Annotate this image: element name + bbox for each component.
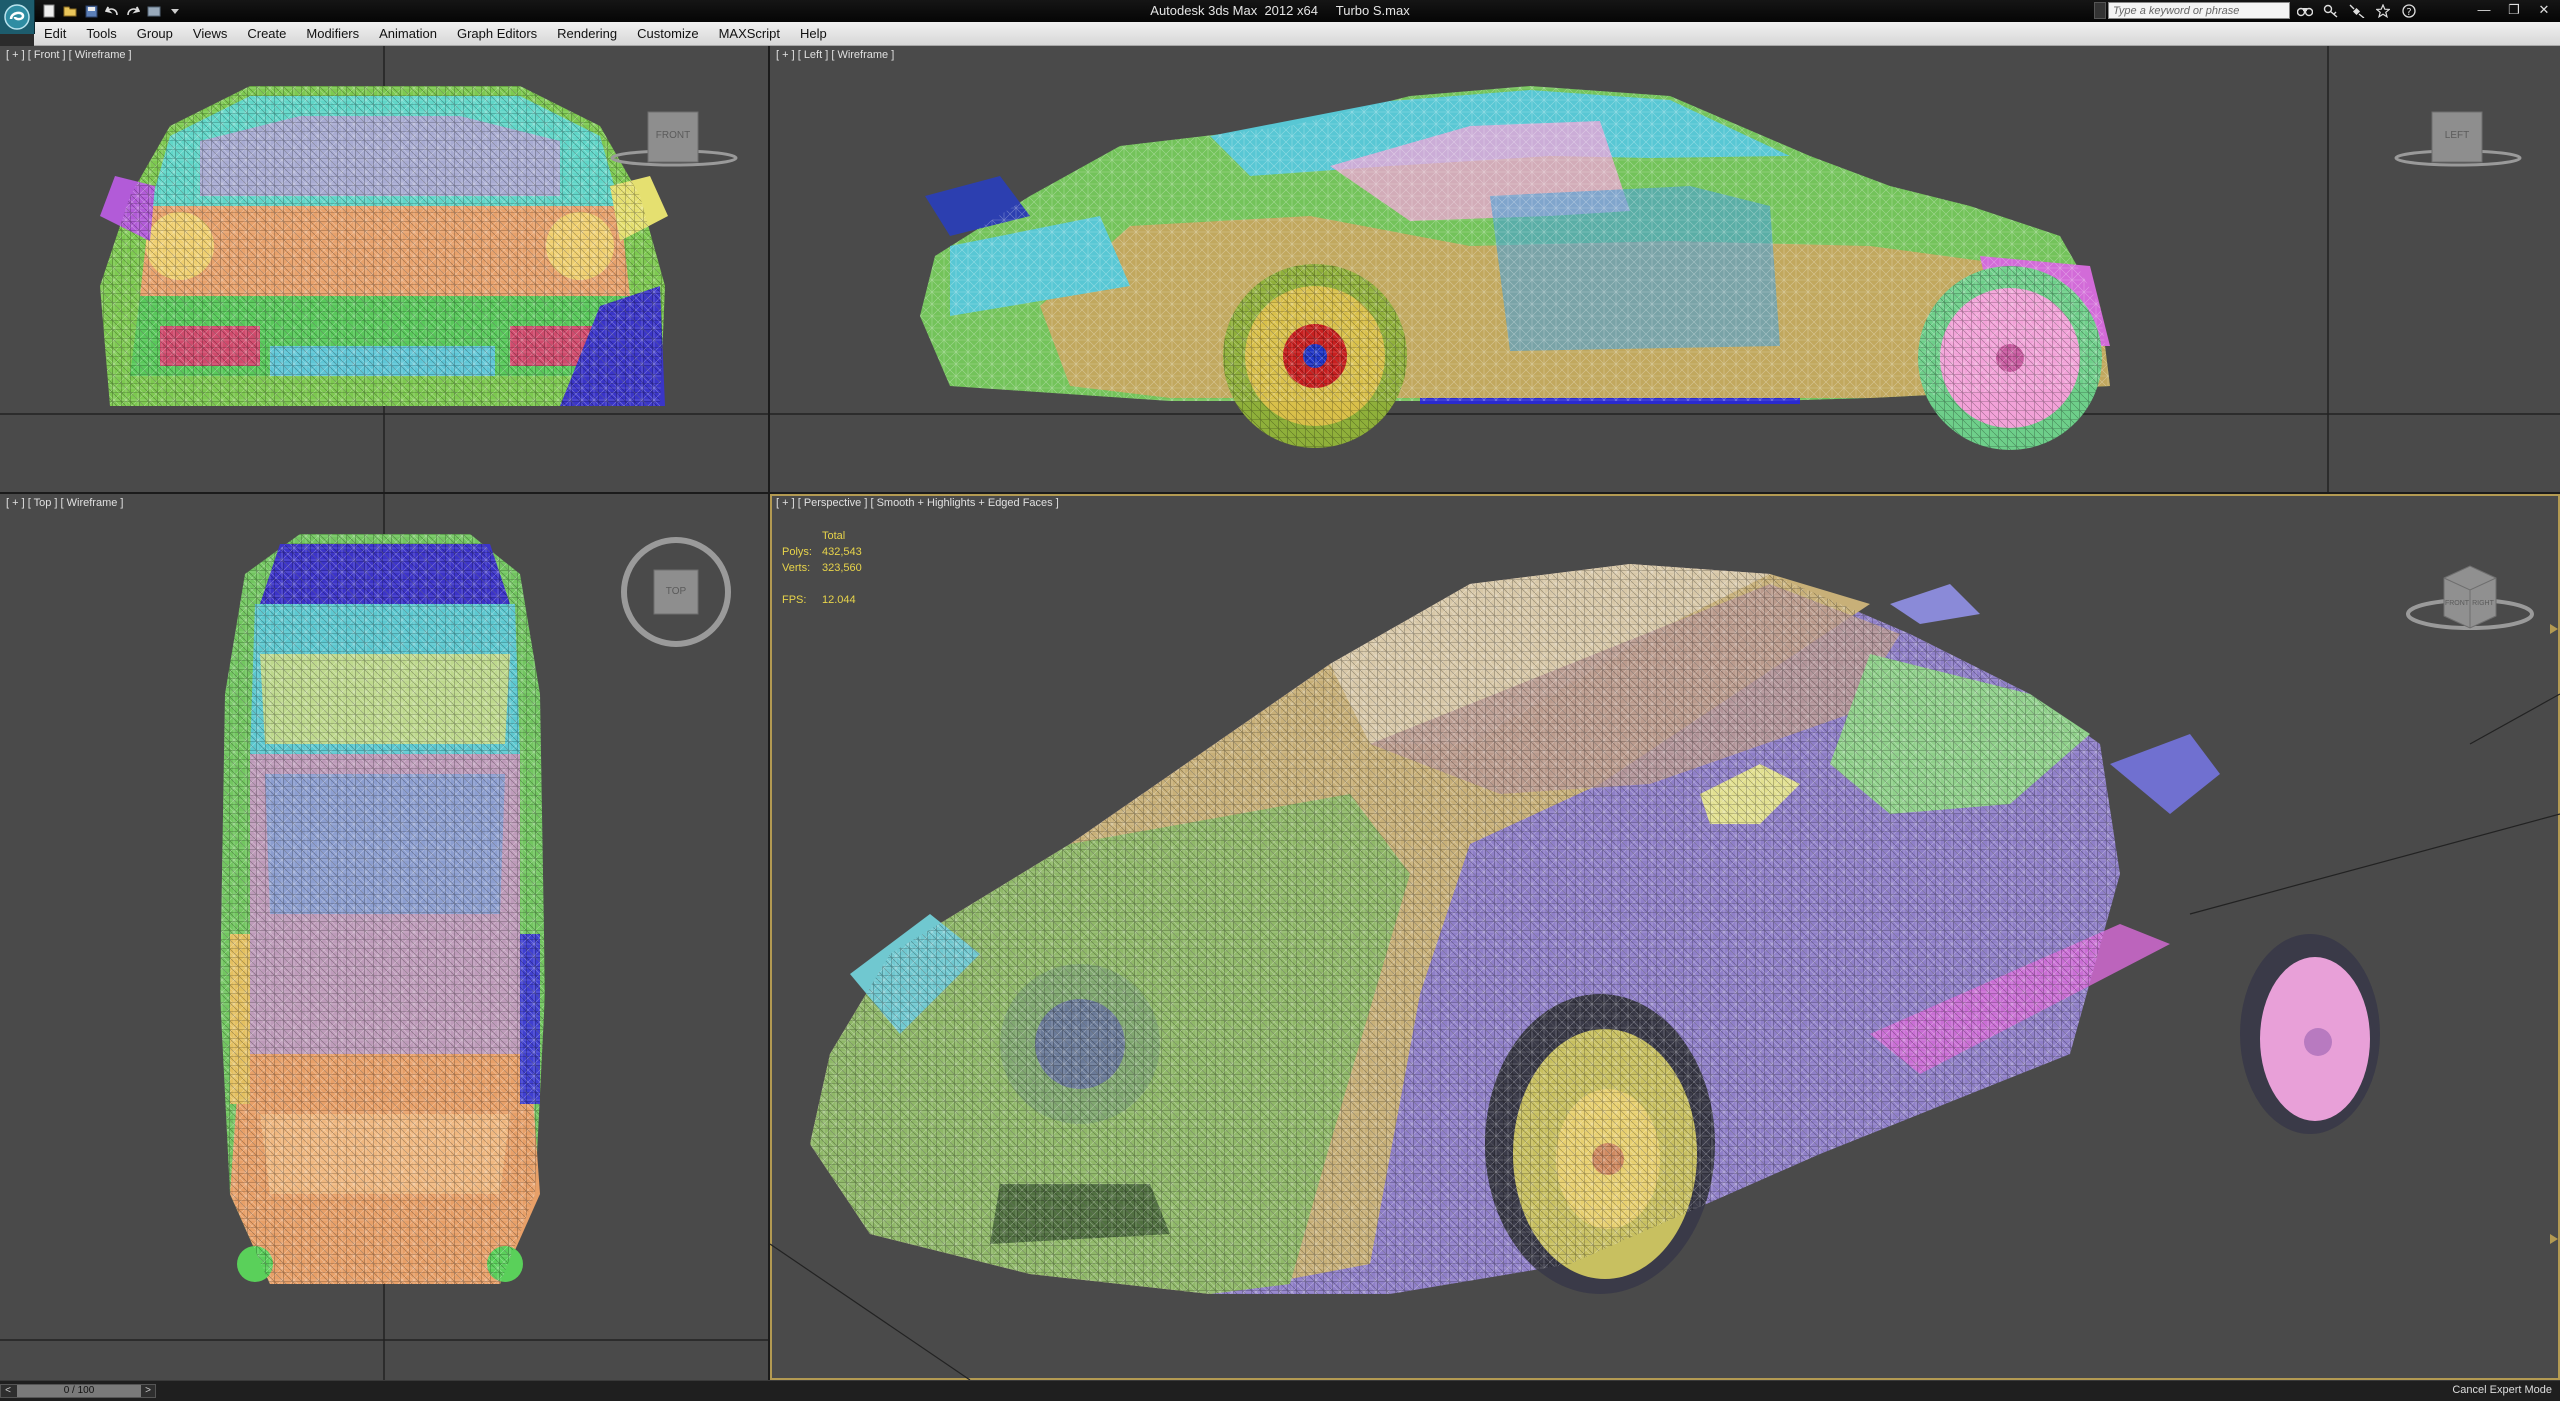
stats-header: Total bbox=[822, 530, 846, 542]
binoculars-icon[interactable] bbox=[2296, 2, 2314, 20]
time-slider-prev-button[interactable]: < bbox=[1, 1385, 15, 1397]
satellite-icon[interactable] bbox=[2348, 2, 2366, 20]
close-button[interactable]: ✕ bbox=[2530, 1, 2558, 19]
key-icon[interactable] bbox=[2322, 2, 2340, 20]
viewcube-icon bbox=[2394, 111, 2522, 167]
viewcube-face-label: FRONT bbox=[2444, 600, 2470, 607]
viewport-perspective[interactable]: [ + ] [ Perspective ] [ Smooth + Highlig… bbox=[770, 494, 2560, 1380]
stats-fps-value: 12.044 bbox=[822, 594, 856, 606]
search-input[interactable]: Type a keyword or phrase bbox=[2108, 2, 2290, 19]
viewcube-face-label: LEFT bbox=[2444, 130, 2470, 141]
time-slider[interactable]: < 0 / 100 > bbox=[0, 1384, 156, 1398]
viewport-label-left[interactable]: [ + ] [ Left ] [ Wireframe ] bbox=[776, 49, 894, 61]
menu-customize[interactable]: Customize bbox=[627, 26, 708, 41]
viewcube-face-label: TOP bbox=[665, 586, 687, 597]
viewcube-face-label: RIGHT bbox=[2472, 600, 2494, 607]
window-controls: — ❐ ✕ bbox=[2470, 1, 2558, 19]
viewcube-front[interactable]: FRONT bbox=[606, 106, 742, 176]
viewport-label-front[interactable]: [ + ] [ Front ] [ Wireframe ] bbox=[6, 49, 132, 61]
menu-views[interactable]: Views bbox=[183, 26, 237, 41]
time-slider-next-button[interactable]: > bbox=[141, 1385, 155, 1397]
search-expand-arrow[interactable] bbox=[2094, 2, 2106, 19]
menu-graph-editors[interactable]: Graph Editors bbox=[447, 26, 547, 41]
viewcube-icon bbox=[610, 111, 738, 167]
viewport-left[interactable]: [ + ] [ Left ] [ Wireframe ] LEFT bbox=[770, 46, 2560, 492]
svg-text:?: ? bbox=[2406, 7, 2411, 18]
title-bar: Autodesk 3ds Max 2012 x64 Turbo S.max Ty… bbox=[0, 0, 2560, 34]
stats-verts-value: 323,560 bbox=[822, 562, 862, 574]
star-icon[interactable] bbox=[2374, 2, 2392, 20]
menu-help[interactable]: Help bbox=[790, 26, 837, 41]
cancel-expert-mode-button[interactable]: Cancel Expert Mode bbox=[2452, 1384, 2552, 1396]
stats-polys-label: Polys: bbox=[782, 546, 812, 558]
perspective-shaded-car bbox=[770, 564, 2560, 1380]
3dsmax-logo-icon bbox=[4, 4, 30, 30]
viewcube-face-label: FRONT bbox=[655, 130, 691, 141]
stats-polys-value: 432,543 bbox=[822, 546, 862, 558]
viewport-top[interactable]: [ + ] [ Top ] [ Wireframe ] TOP bbox=[0, 494, 768, 1380]
menu-animation[interactable]: Animation bbox=[369, 26, 447, 41]
minimize-button[interactable]: — bbox=[2470, 1, 2498, 19]
viewport-statistics: Total Polys: 432,543 Verts: 323,560 FPS: 12… bbox=[782, 528, 862, 608]
viewport-front[interactable]: [ + ] [ Front ] [ Wireframe ] FRONT bbox=[0, 46, 768, 492]
viewport-label-top[interactable]: [ + ] [ Top ] [ Wireframe ] bbox=[6, 497, 123, 509]
menu-group[interactable]: Group bbox=[127, 26, 183, 41]
viewcube-icon bbox=[2406, 565, 2534, 630]
viewport-label-perspective[interactable]: [ + ] [ Perspective ] [ Smooth + Highlig… bbox=[776, 497, 1059, 509]
viewcube-left[interactable]: LEFT bbox=[2390, 106, 2526, 176]
help-icon[interactable]: ? bbox=[2400, 2, 2418, 20]
left-wireframe-car bbox=[770, 46, 2560, 492]
viewcube-top[interactable]: TOP bbox=[612, 528, 740, 656]
menu-create[interactable]: Create bbox=[237, 26, 296, 41]
time-slider-frame[interactable]: 0 / 100 bbox=[17, 1385, 141, 1397]
menu-edit[interactable]: Edit bbox=[34, 26, 76, 41]
viewport-area: [ + ] [ Front ] [ Wireframe ] FRONT [+ … bbox=[0, 46, 2560, 1380]
menu-maxscript[interactable]: MAXScript bbox=[709, 26, 790, 41]
infocenter-toolbar: ? bbox=[2296, 2, 2418, 20]
restore-button[interactable]: ❐ bbox=[2500, 1, 2528, 19]
application-button[interactable] bbox=[0, 0, 35, 34]
stats-fps-label: FPS: bbox=[782, 594, 807, 606]
menu-rendering[interactable]: Rendering bbox=[547, 26, 627, 41]
menu-bar: Edit Tools Group Views Create Modifiers … bbox=[34, 22, 2560, 46]
status-bar: < 0 / 100 > Cancel Expert Mode bbox=[0, 1380, 2560, 1401]
viewcube-perspective[interactable]: FRONT RIGHT bbox=[2400, 552, 2540, 642]
stats-verts-label: Verts: bbox=[782, 562, 811, 574]
menu-tools[interactable]: Tools bbox=[76, 26, 126, 41]
menu-modifiers[interactable]: Modifiers bbox=[296, 26, 369, 41]
